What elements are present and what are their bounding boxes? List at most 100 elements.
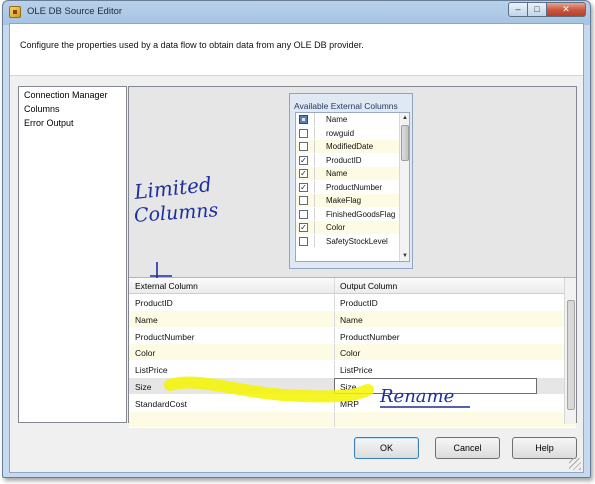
available-columns-list: Name rowguid ModifiedDate ✓ ProductID ✓ Name ✓… [295,112,410,262]
column-checkbox[interactable] [299,142,308,151]
column-checkbox[interactable] [299,236,308,246]
available-columns-title: Available External Columns [294,101,398,111]
title-bar[interactable]: OLE DB Source Editor – □ ✕ [3,1,590,23]
column-divider [334,394,335,411]
select-all-checkbox[interactable] [299,115,308,124]
available-columns-rows: rowguid ModifiedDate ✓ ProductID ✓ Name ✓ Produ… [296,126,409,248]
column-separator [314,140,315,153]
column-divider [334,278,335,293]
external-column-cell: ProductNumber [135,331,195,342]
ok-button[interactable]: OK [354,437,419,459]
resize-grip-icon[interactable] [569,458,581,470]
column-checkbox[interactable]: ✓ [299,182,308,192]
mapping-scrollbar[interactable] [564,278,576,424]
external-column-cell: Name [135,314,158,325]
mapping-row[interactable]: ListPrice ListPrice [129,361,576,378]
external-column-cell: Size [135,381,152,392]
column-name: Color [326,223,346,232]
maximize-icon: □ [534,4,540,14]
scroll-up-icon[interactable]: ▲ [400,113,409,123]
scroll-thumb[interactable] [401,125,409,161]
mapping-rows: ProductID ProductID Name Name ProductNumber P… [129,294,576,429]
output-column-cell[interactable]: ProductNumber [340,332,400,342]
nav-item-error-output[interactable]: Error Output [19,116,126,130]
output-column-cell[interactable]: ProductID [340,298,378,308]
dialog-buttons: OK Cancel Help [10,437,583,467]
available-column-row[interactable]: ✓ ProductID [296,153,409,167]
output-column-cell[interactable]: Color [340,348,360,358]
columns-page: Available External Columns Name rowguid M… [128,86,577,429]
available-column-row[interactable]: ✓ ProductNumber [296,180,409,194]
output-column-cell[interactable]: MRP [340,399,359,409]
mapping-row[interactable]: ProductNumber ProductNumber [129,327,576,345]
external-column-cell: ListPrice [135,365,168,376]
column-name: ProductNumber [326,182,383,192]
column-checkbox[interactable] [299,196,308,205]
close-button[interactable]: ✕ [546,2,586,17]
mapping-scroll-thumb[interactable] [567,300,575,410]
column-mapping-grid: External Column Output Column ProductID P… [129,277,576,429]
dialog-app-icon [9,6,21,18]
column-separator [314,180,315,193]
scroll-down-icon[interactable]: ▼ [400,251,409,261]
available-column-row[interactable]: rowguid [296,126,409,140]
column-name: ModifiedDate [326,142,374,151]
external-column-cell: ProductID [135,298,173,308]
column-divider [334,327,335,344]
mapping-header-row: External Column Output Column [129,278,576,294]
column-separator [314,221,315,234]
cancel-button[interactable]: Cancel [435,437,500,459]
column-checkbox[interactable]: ✓ [299,169,308,178]
available-external-columns-box: Available External Columns Name rowguid M… [289,93,413,269]
available-columns-scrollbar[interactable]: ▲ ▼ [399,113,409,261]
available-columns-header-row: Name [296,113,409,127]
column-checkbox[interactable]: ✓ [299,223,308,232]
column-name: MakeFlag [326,196,362,205]
external-column-cell: StandardCost [135,398,187,409]
mapping-row[interactable]: Name Name [129,310,576,328]
nav-item-connection-manager[interactable]: Connection Manager [19,87,126,102]
column-name: ProductID [326,155,362,165]
column-divider [334,344,335,361]
mapping-row[interactable]: Size Size [129,377,576,395]
mapping-row[interactable]: StandardCost MRP [129,394,576,412]
nav-item-columns[interactable]: Columns [19,102,126,116]
navigation-list: Connection Manager Columns Error Output [18,86,127,423]
available-column-row[interactable]: SafetyStockLevel [296,234,409,248]
column-separator [314,207,315,220]
column-separator [314,167,315,180]
maximize-button[interactable]: □ [527,2,547,17]
column-divider [334,294,335,310]
mapping-row[interactable]: Color Color [129,344,576,362]
column-separator [314,234,315,247]
output-column-cell[interactable]: Size [340,382,357,392]
available-column-row[interactable]: ✓ Color [296,221,409,235]
external-column-header: External Column [135,281,198,291]
column-checkbox[interactable]: ✓ [299,155,308,165]
window-controls: – □ ✕ [508,2,586,18]
rename-annotation: Rename [380,386,455,407]
column-divider [334,411,335,428]
column-checkbox[interactable] [299,128,308,138]
column-checkbox[interactable] [299,209,308,219]
mapping-empty-row[interactable] [129,411,576,429]
available-column-row[interactable]: MakeFlag [296,194,409,208]
mapping-row[interactable]: ProductID ProductID [129,294,576,311]
window-title: OLE DB Source Editor [27,6,123,17]
available-column-row[interactable]: FinishedGoodsFlag [296,207,409,221]
output-column-cell[interactable]: Name [340,315,363,325]
column-divider [334,361,335,377]
close-icon: ✕ [562,4,570,14]
column-separator [314,113,315,126]
output-column-cell[interactable]: ListPrice [340,365,373,375]
output-column-header: Output Column [340,281,398,291]
help-button[interactable]: Help [512,437,577,459]
available-column-row[interactable]: ModifiedDate [296,140,409,154]
minimize-button[interactable]: – [508,2,528,17]
column-name: FinishedGoodsFlag [326,209,396,219]
external-column-cell: Color [135,348,156,359]
header-description: Configure the properties used by a data … [20,40,364,50]
ole-db-source-editor-window: OLE DB Source Editor – □ ✕ Configure the… [2,0,591,478]
column-separator [314,126,315,139]
available-column-row[interactable]: ✓ Name [296,167,409,181]
